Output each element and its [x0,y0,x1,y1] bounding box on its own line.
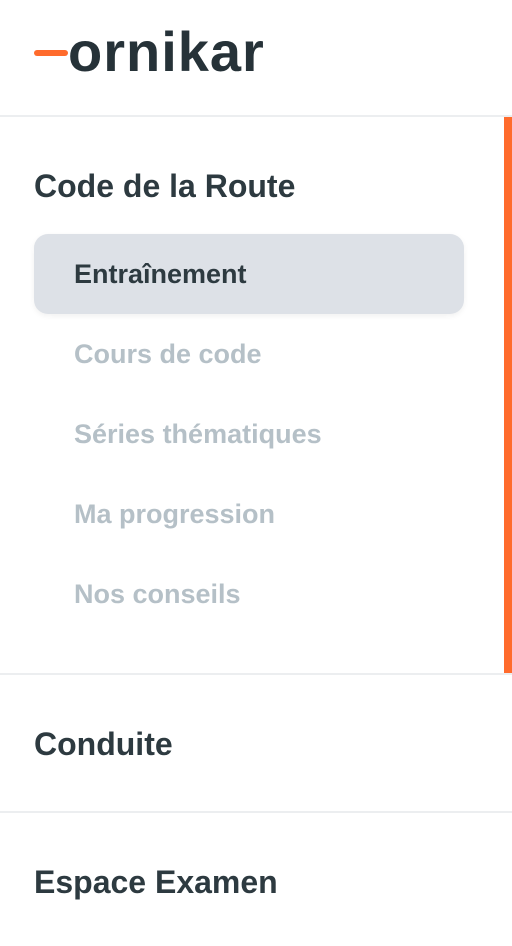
section-espace-examen[interactable]: Espace Examen [0,813,512,946]
menu-item-ma-progression[interactable]: Ma progression [34,474,464,554]
section-title-espace-examen[interactable]: Espace Examen [34,862,278,902]
ornikar-logo[interactable]: ornikar [34,22,265,82]
menu-item-entrainement[interactable]: Entraînement [34,234,464,314]
menu-item-series-thematiques[interactable]: Séries thématiques [34,394,464,474]
code-de-la-route-menu: Entraînement Cours de code Séries thémat… [34,234,464,634]
section-code-de-la-route: Code de la Route Entraînement Cours de c… [0,117,512,675]
active-section-indicator [504,117,512,673]
header: ornikar [0,0,512,117]
menu-item-cours-de-code[interactable]: Cours de code [34,314,464,394]
section-title-conduite[interactable]: Conduite [34,724,173,764]
section-conduite[interactable]: Conduite [0,675,512,813]
logo-mark-icon [34,32,68,72]
menu-item-nos-conseils[interactable]: Nos conseils [34,554,464,634]
logo-text: ornikar [68,20,265,83]
section-title-code-de-la-route[interactable]: Code de la Route [34,166,295,206]
